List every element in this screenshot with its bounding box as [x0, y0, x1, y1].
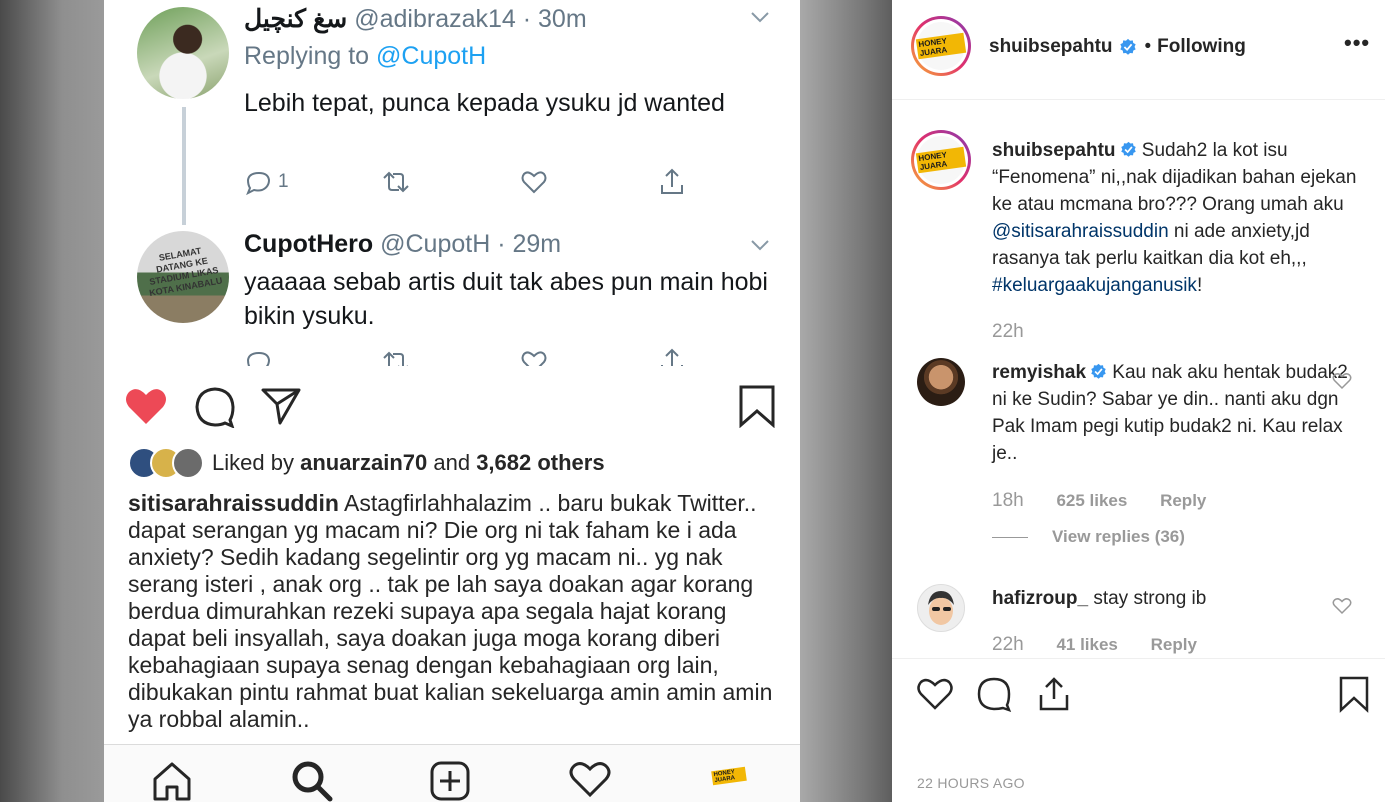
- new-post-icon: [430, 761, 470, 801]
- comment-likes[interactable]: 625 likes: [1056, 491, 1127, 510]
- comments-list: HONEY JUARA shuibsepahtu Sudah2 la kot i…: [892, 100, 1385, 658]
- search-icon: [292, 761, 333, 802]
- comment-text: stay strong ib: [1088, 588, 1207, 609]
- save-bookmark-icon: [739, 385, 775, 428]
- caption-mention[interactable]: @sitisarahraissuddin: [992, 221, 1169, 242]
- like-comment-icon[interactable]: [1332, 372, 1352, 390]
- tweet-avatar: SELAMAT DATANG KE STADIUM LIKAS KOTA KIN…: [137, 231, 229, 323]
- post-header: HONEY JUARA shuibsepahtu • Following •••: [892, 0, 1385, 100]
- tweet-text: yaaaaa sebab artis duit tak abes pun mai…: [244, 268, 768, 330]
- post-action-bar: [104, 380, 800, 436]
- more-options-icon[interactable]: •••: [1344, 30, 1370, 56]
- direct-share-icon: [261, 388, 301, 425]
- comment-likes[interactable]: 41 likes: [1056, 635, 1117, 654]
- post-timestamp: 22 HOURS AGO: [917, 775, 1025, 791]
- caption-username: sitisarahraissuddin: [128, 490, 339, 516]
- verified-badge-icon: [1091, 363, 1106, 379]
- comment-username[interactable]: hafizroup_: [992, 588, 1088, 609]
- caption-comment: shuibsepahtu Sudah2 la kot isu “Fenomena…: [992, 137, 1362, 299]
- following-button[interactable]: Following: [1157, 36, 1246, 58]
- like-comment-icon[interactable]: [1332, 597, 1352, 615]
- home-icon: [153, 762, 191, 801]
- header-username[interactable]: shuibsepahtu: [989, 36, 1113, 58]
- avatar-sign: SELAMAT DATANG KE STADIUM LIKAS KOTA KIN…: [148, 245, 224, 299]
- view-replies-label: View replies (36): [1052, 527, 1185, 546]
- tweet-display-name: CupotHero: [244, 230, 374, 258]
- tweet-author: CupotHero @CupotH · 29m: [244, 230, 561, 259]
- tweet-handle: @CupotH · 29m: [380, 230, 562, 258]
- instagram-post-image: سغ كنچيل @adibrazak14 · 30m Replying to …: [104, 0, 800, 802]
- save-bookmark-icon[interactable]: [1338, 675, 1370, 713]
- logo-text: HONEY JUARA: [915, 32, 967, 60]
- view-replies-button[interactable]: View replies (36): [992, 527, 1185, 547]
- share-icon: [658, 346, 686, 366]
- tweet-actions: [244, 346, 704, 366]
- avatar-logo: HONEY JUARA: [915, 22, 967, 70]
- logo-text: HONEY JUARA: [915, 146, 967, 174]
- comment-username[interactable]: remyishak: [992, 362, 1086, 383]
- heart-filled-icon: [126, 389, 166, 424]
- bottom-nav: HONEY JUARA: [104, 744, 800, 802]
- liked-by-row: Liked by anuarzain70 and 3,682 others: [128, 447, 605, 479]
- profile-avatar: HONEY JUARA: [711, 766, 747, 791]
- header-author: shuibsepahtu • Following: [989, 36, 1246, 58]
- likes-count: 3,682 others: [476, 450, 605, 475]
- caption-text: Astagfirlahhalazim .. baru bukak Twitter…: [128, 490, 773, 732]
- profile-logo-text: HONEY JUARA: [711, 766, 747, 786]
- caption-avatar[interactable]: HONEY JUARA: [911, 130, 971, 190]
- and-label: and: [427, 450, 477, 475]
- comment-icon[interactable]: [976, 676, 1012, 712]
- caption-hashtag[interactable]: #keluargaakujanganusik: [992, 275, 1197, 296]
- instagram-comments-panel: HONEY JUARA shuibsepahtu • Following •••…: [892, 0, 1385, 802]
- retweet-icon: [380, 346, 412, 366]
- chevron-down-icon: [750, 236, 770, 257]
- comment-meta: 18h 625 likes Reply: [992, 490, 1206, 512]
- reply-icon: [244, 346, 272, 366]
- comment-time: 18h: [992, 490, 1024, 511]
- heart-outline-icon: [520, 346, 548, 366]
- comment-remyishak: remyishak Kau nak aku hentak budak2 ni k…: [992, 359, 1362, 467]
- comment-hafizroup: hafizroup_ stay strong ib: [992, 585, 1362, 612]
- panel-action-bar: [892, 658, 1385, 739]
- background-divider: [800, 0, 892, 802]
- tweet-2: SELAMAT DATANG KE STADIUM LIKAS KOTA KIN…: [104, 0, 800, 380]
- activity-heart-icon: [569, 762, 611, 798]
- verified-badge-icon: [1120, 141, 1136, 157]
- reply-button[interactable]: Reply: [1151, 635, 1197, 654]
- caption-time: 22h: [992, 321, 1024, 343]
- avatar[interactable]: [917, 584, 965, 632]
- avatar-logo: HONEY JUARA: [915, 136, 967, 184]
- caption-text-3: !: [1196, 275, 1203, 296]
- replies-dash: [992, 536, 1028, 538]
- comment-icon: [195, 387, 235, 428]
- like-heart-icon[interactable]: [916, 677, 954, 711]
- avatar: [172, 447, 204, 479]
- verified-badge-icon: [1119, 38, 1136, 55]
- share-icon[interactable]: [1036, 675, 1072, 713]
- liked-by-label: Liked by: [212, 450, 294, 475]
- background-left: [0, 0, 104, 802]
- reply-button[interactable]: Reply: [1160, 491, 1206, 510]
- comment-time: 22h: [992, 634, 1024, 655]
- caption-timestamp: 22h: [992, 321, 1024, 342]
- liked-by-user: anuarzain70: [300, 450, 428, 475]
- comment-meta: 22h 41 likes Reply: [992, 634, 1197, 656]
- header-avatar[interactable]: HONEY JUARA: [911, 16, 971, 76]
- caption-username[interactable]: shuibsepahtu: [992, 140, 1116, 161]
- header-separator: •: [1144, 36, 1152, 57]
- liker-avatars: [128, 447, 204, 479]
- avatar[interactable]: [917, 358, 965, 406]
- post-caption: sitisarahraissuddin Astagfirlahhalazim .…: [128, 490, 788, 733]
